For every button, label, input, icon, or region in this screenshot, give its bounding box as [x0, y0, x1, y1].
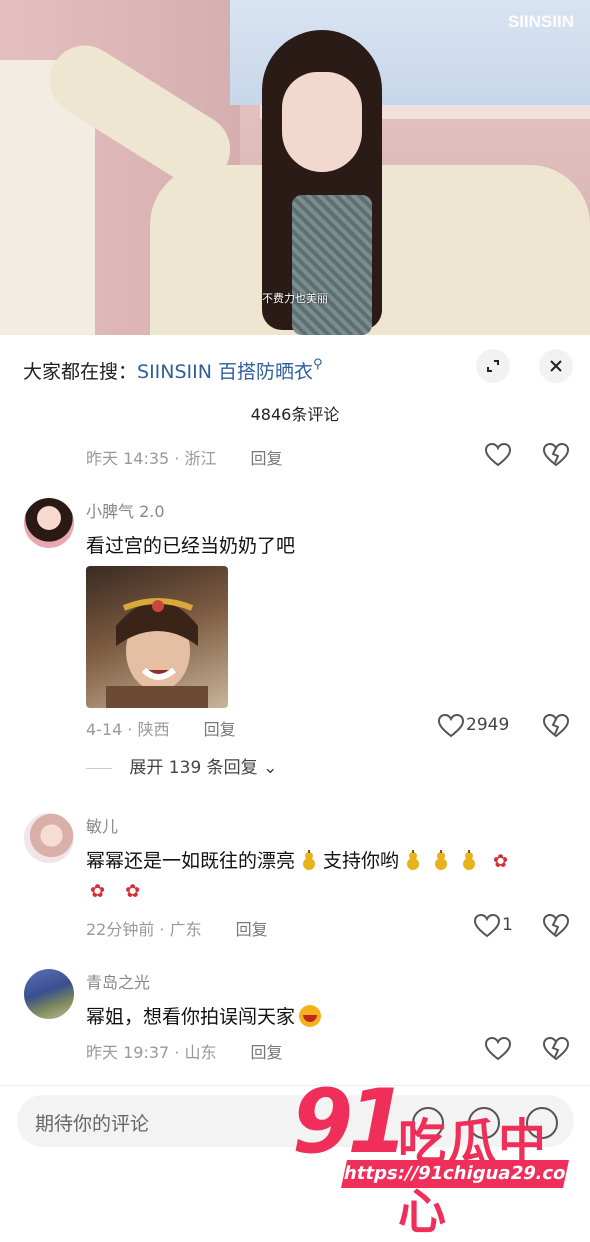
video-scene-shirt — [292, 195, 372, 335]
dislike-icon[interactable] — [543, 443, 569, 467]
heart-icon[interactable] — [474, 914, 500, 938]
close-button[interactable] — [539, 349, 573, 383]
gourd-emoji-icon — [463, 850, 476, 870]
video-subtitle: 不费力也美丽 — [262, 292, 328, 305]
fullscreen-button[interactable] — [476, 349, 510, 383]
rose-emoji-icon: ✿ — [90, 881, 106, 902]
reply-button[interactable]: 回复 — [250, 1043, 282, 1062]
comment-text-part: 幂幂还是一如既往的漂亮 — [86, 850, 296, 872]
comment-text-part: 幂姐，想看你拍误闯天家 — [86, 1006, 296, 1028]
like-count: 2949 — [466, 715, 510, 735]
comment-input-placeholder: 期待你的评论 — [35, 1113, 150, 1135]
dislike-icon[interactable] — [543, 714, 569, 738]
chevron-down-icon: ⌄ — [263, 758, 278, 778]
comment-text-line2: ✿ ✿ — [80, 880, 150, 902]
avatar[interactable] — [24, 498, 74, 548]
grinning-emoji-icon — [299, 1005, 322, 1027]
expand-icon — [487, 360, 499, 372]
comment-time: 4-14 · 陕西 — [86, 720, 170, 739]
comment-meta: 昨天 19:37 · 山东 回复 — [86, 1039, 282, 1063]
comment-text-part: 支持你哟 — [323, 850, 400, 872]
comment-image-art — [106, 598, 208, 708]
dislike-icon[interactable] — [543, 1037, 569, 1061]
reply-button[interactable]: 回复 — [250, 449, 282, 468]
rose-emoji-icon: ✿ — [125, 881, 141, 902]
dislike-icon[interactable] — [543, 914, 569, 938]
reply-button[interactable]: 回复 — [236, 920, 268, 939]
gourd-emoji-icon — [407, 850, 420, 870]
comment-text: 幂姐，想看你拍误闯天家 — [86, 1002, 322, 1029]
search-prefix: 大家都在搜： — [23, 361, 138, 383]
rose-emoji-icon: ✿ — [493, 851, 509, 872]
expand-replies-label: 展开 139 条回复 — [129, 758, 258, 778]
comment-username[interactable]: 青岛之光 — [86, 969, 150, 993]
video-scene-face — [282, 72, 362, 172]
search-term-link[interactable]: SIINSIIN 百搭防晒衣 — [137, 361, 313, 383]
watermark-url: https://91chigua29.com — [341, 1160, 587, 1188]
comment-image[interactable] — [86, 566, 228, 708]
video-player[interactable]: SIINSIIN 不费力也美丽 — [0, 0, 590, 335]
reply-button[interactable]: 回复 — [204, 720, 236, 739]
comment-text: 幂幂还是一如既往的漂亮 支持你哟 ✿ — [86, 846, 518, 873]
gourd-emoji-icon — [435, 850, 448, 870]
comment-username[interactable]: 小脾气 2.0 — [86, 498, 165, 522]
watermark-number: 91 — [292, 1070, 408, 1173]
comment-meta: 昨天 14:35 · 浙江 回复 — [86, 445, 282, 469]
comment-time: 22分钟前 · 广东 — [86, 920, 202, 939]
expand-replies-button[interactable]: 展开 139 条回复 ⌄ — [86, 753, 277, 778]
comment-time: 昨天 14:35 · 浙江 — [86, 449, 217, 468]
comment-count: 4846条评论 — [250, 405, 340, 424]
close-icon — [550, 360, 562, 372]
like-count: 1 — [502, 915, 513, 935]
heart-icon[interactable] — [485, 443, 511, 467]
comment-username[interactable]: 敏儿 — [86, 813, 118, 837]
comment-time: 昨天 19:37 · 山东 — [86, 1043, 217, 1062]
heart-icon[interactable] — [485, 1037, 511, 1061]
comment-meta: 22分钟前 · 广东 回复 — [86, 916, 268, 940]
comment-text: 看过宫的已经当奶奶了吧 — [86, 535, 296, 557]
gourd-emoji-icon — [303, 850, 316, 870]
comment-meta: 4-14 · 陕西 回复 — [86, 716, 236, 740]
search-icon: ⚲ — [313, 357, 323, 372]
search-suggestion[interactable]: 大家都在搜：SIINSIIN 百搭防晒衣⚲ — [23, 357, 323, 384]
brand-logo: SIINSIIN — [507, 12, 574, 31]
watermark: 91 吃瓜中心 https://91chigua29.com — [292, 1070, 587, 1241]
avatar[interactable] — [24, 969, 74, 1019]
heart-icon[interactable] — [438, 714, 464, 738]
avatar[interactable] — [24, 813, 74, 863]
